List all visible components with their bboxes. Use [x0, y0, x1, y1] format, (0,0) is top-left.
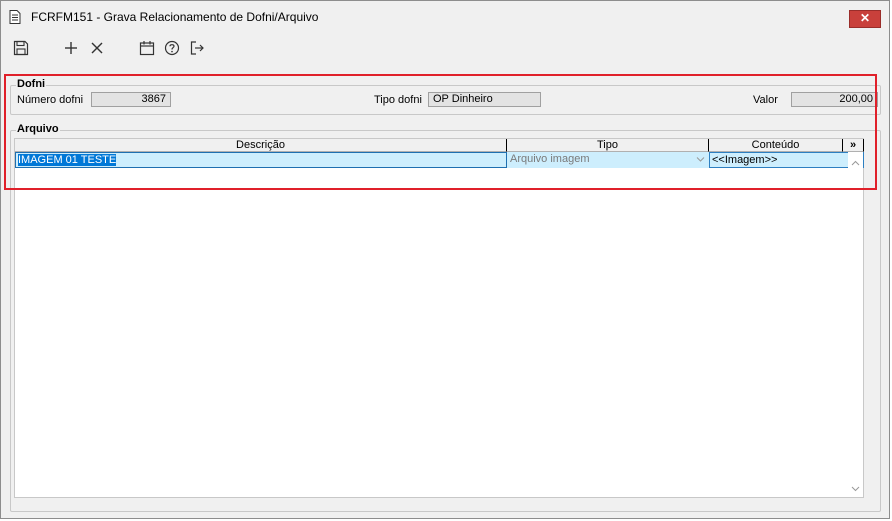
window-title: FCRFM151 - Grava Relacionamento de Dofni…	[31, 10, 319, 24]
scroll-up-icon[interactable]	[851, 159, 860, 168]
main-window: FCRFM151 - Grava Relacionamento de Dofni…	[0, 0, 890, 519]
add-button[interactable]	[62, 39, 80, 57]
numero-dofni-field[interactable]: 3867	[91, 92, 171, 107]
title-bar: FCRFM151 - Grava Relacionamento de Dofni…	[1, 1, 889, 32]
dofni-legend: Dofni	[16, 78, 47, 90]
save-button[interactable]	[12, 39, 30, 57]
calendar-button[interactable]	[138, 39, 156, 57]
cell-descricao[interactable]: IMAGEM 01 TESTE	[15, 152, 507, 168]
plus-icon	[65, 42, 77, 54]
close-icon	[91, 42, 103, 54]
cell-conteudo[interactable]: <<Imagem>>	[709, 152, 864, 168]
chevron-down-icon[interactable]	[696, 156, 705, 163]
column-chooser-button[interactable]: »	[843, 139, 864, 152]
vertical-scrollbar[interactable]	[848, 152, 863, 497]
calendar-icon	[139, 41, 155, 56]
exit-button[interactable]	[188, 39, 206, 57]
document-icon	[9, 10, 21, 24]
numero-dofni-label: Número dofni	[17, 94, 84, 106]
tipo-dofni-field[interactable]: OP Dinheiro	[428, 92, 541, 107]
arquivo-grid: Descrição Tipo Conteúdo » IMAGEM 01 TEST…	[14, 138, 864, 498]
cell-descricao-text: IMAGEM 01 TESTE	[18, 154, 117, 166]
cell-tipo-text: Arquivo imagem	[510, 153, 590, 165]
column-header-conteudo[interactable]: Conteúdo	[709, 139, 843, 152]
column-header-descricao[interactable]: Descrição	[15, 139, 507, 152]
valor-field[interactable]: 200,00	[791, 92, 878, 107]
column-header-tipo[interactable]: Tipo	[507, 139, 709, 152]
tipo-dofni-label: Tipo dofni	[374, 94, 422, 106]
arquivo-legend: Arquivo	[16, 123, 60, 135]
close-button[interactable]: ✕	[849, 10, 881, 28]
help-button[interactable]	[163, 39, 181, 57]
help-icon	[164, 40, 180, 56]
exit-icon	[190, 41, 204, 55]
toolbar	[1, 32, 889, 64]
cell-tipo[interactable]: Arquivo imagem	[507, 152, 709, 168]
delete-button[interactable]	[88, 39, 106, 57]
save-icon	[13, 40, 29, 56]
scroll-down-icon[interactable]	[851, 484, 860, 493]
valor-label: Valor	[753, 94, 778, 106]
